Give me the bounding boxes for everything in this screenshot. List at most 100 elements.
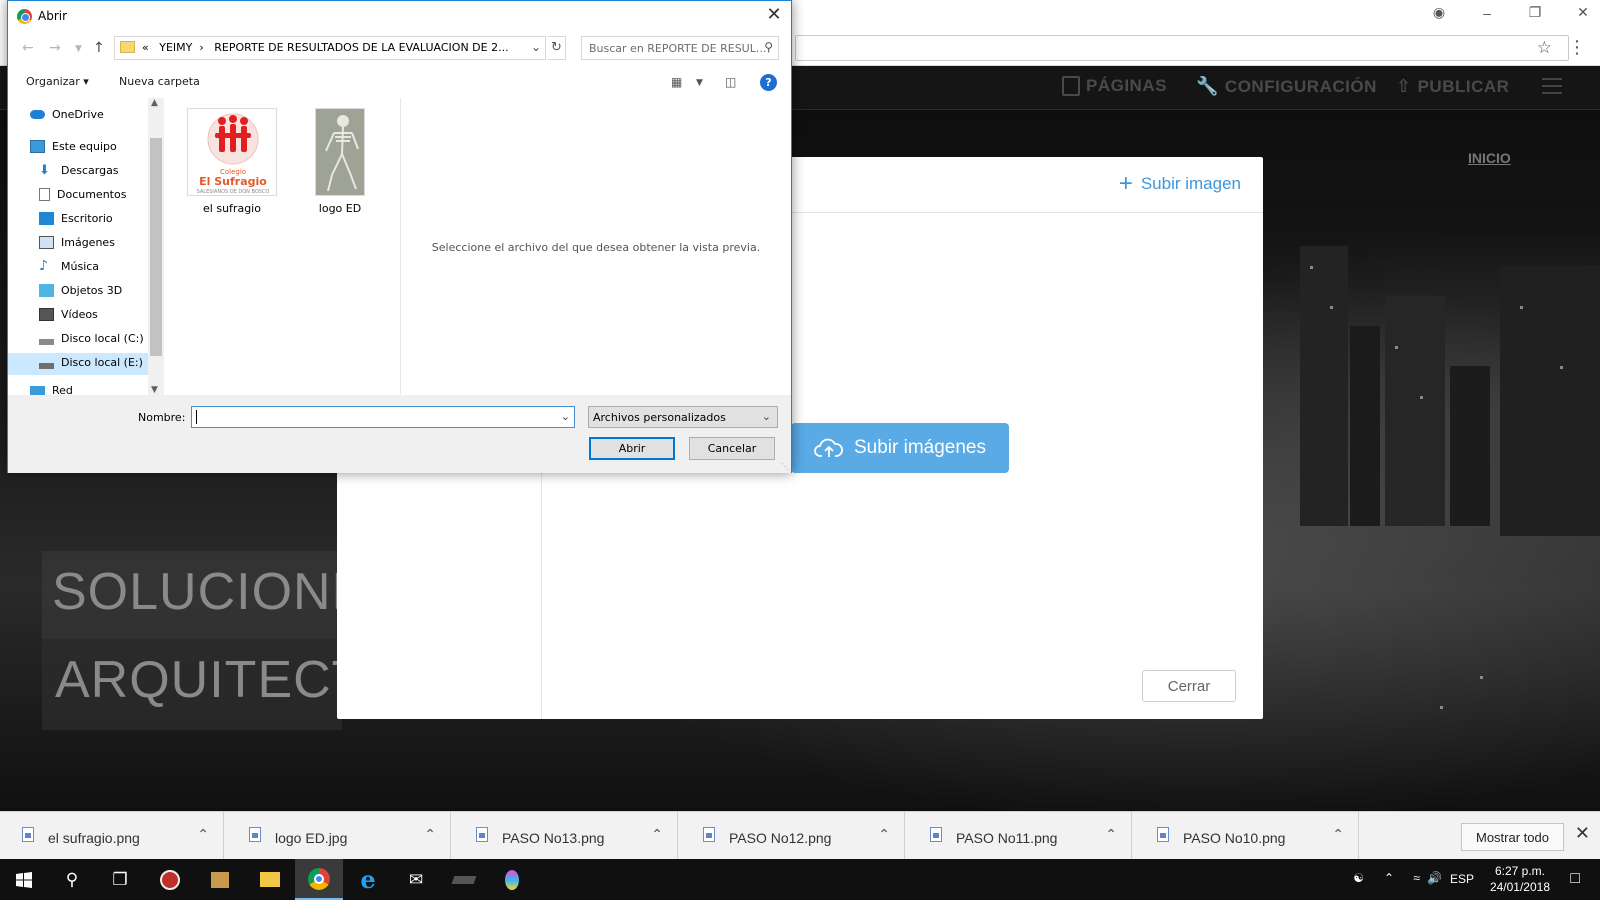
window-close-icon[interactable]: ✕ bbox=[1574, 4, 1592, 21]
back-arrow-icon[interactable]: ← bbox=[22, 40, 34, 56]
upload-images-button[interactable]: Subir imágenes bbox=[791, 423, 1009, 473]
view-dropdown-icon[interactable]: ▼ bbox=[696, 78, 703, 88]
tree-item-onedrive[interactable]: OneDrive bbox=[30, 108, 104, 121]
new-folder-button[interactable]: Nueva carpeta bbox=[119, 75, 200, 88]
up-arrow-icon[interactable]: ↑ bbox=[93, 40, 105, 56]
chevron-up-icon[interactable]: ⌃ bbox=[197, 826, 209, 843]
notifications-icon[interactable]: □ bbox=[1570, 870, 1580, 888]
restore-icon[interactable]: ❐ bbox=[1526, 4, 1544, 21]
file-thumbnail bbox=[315, 108, 365, 196]
tree-label: Disco local (E:) bbox=[61, 356, 143, 369]
scroll-up-icon[interactable]: ▲ bbox=[151, 98, 158, 108]
view-options-icon[interactable]: ▦ bbox=[671, 75, 682, 89]
address-bar[interactable] bbox=[795, 35, 1569, 61]
image-file-icon bbox=[22, 827, 34, 842]
tree-item-this-pc[interactable]: Este equipo bbox=[30, 140, 117, 153]
forward-arrow-icon[interactable]: → bbox=[49, 40, 61, 56]
nav-pages-label: PÁGINAS bbox=[1086, 76, 1167, 95]
nav-pages[interactable]: PÁGINAS bbox=[1062, 76, 1167, 96]
tree-item-downloads[interactable]: ⬇ Descargas bbox=[39, 164, 119, 177]
search-icon[interactable]: ⚲ bbox=[48, 859, 96, 900]
nav-settings[interactable]: 🔧 CONFIGURACIÓN bbox=[1196, 76, 1377, 97]
inicio-link[interactable]: INICIO bbox=[1468, 150, 1511, 166]
tree-label: Este equipo bbox=[52, 140, 117, 153]
tree-item-network[interactable]: Red bbox=[30, 384, 73, 395]
people-icon[interactable]: ☯ bbox=[1353, 871, 1364, 885]
wifi-icon[interactable]: ≈ bbox=[1413, 871, 1420, 885]
download-item[interactable]: logo ED.jpg ⌃ bbox=[227, 812, 451, 860]
organize-menu[interactable]: Organizar ▾ bbox=[26, 75, 89, 88]
download-item[interactable]: PASO No11.png ⌃ bbox=[908, 812, 1132, 860]
windows-start-icon[interactable] bbox=[0, 859, 48, 900]
dialog-close-icon[interactable]: ✕ bbox=[763, 4, 785, 25]
chevron-up-icon[interactable]: ⌃ bbox=[1105, 826, 1117, 843]
bookmark-star-icon[interactable]: ☆ bbox=[1537, 38, 1552, 58]
chevron-down-icon[interactable]: ⌄ bbox=[531, 40, 541, 54]
app-package-icon[interactable] bbox=[196, 859, 244, 900]
refresh-icon[interactable]: ↻ bbox=[548, 36, 566, 60]
tree-item-pictures[interactable]: Imágenes bbox=[39, 236, 115, 249]
file-explorer-icon[interactable] bbox=[246, 859, 294, 900]
preview-pane-icon[interactable]: ◫ bbox=[725, 75, 736, 89]
recent-dropdown-icon[interactable]: ▼ bbox=[75, 44, 82, 54]
browser-menu-icon[interactable]: ⋮ bbox=[1568, 38, 1586, 56]
tree-item-music[interactable]: ♪ Música bbox=[39, 259, 99, 273]
chevron-up-icon[interactable]: ⌃ bbox=[1384, 871, 1394, 885]
download-item[interactable]: PASO No10.png ⌃ bbox=[1135, 812, 1359, 860]
scroll-down-icon[interactable]: ▼ bbox=[151, 385, 158, 395]
close-modal-button[interactable]: Cerrar bbox=[1142, 670, 1236, 702]
chevron-up-icon[interactable]: ⌃ bbox=[878, 826, 890, 843]
scroll-thumb[interactable] bbox=[150, 138, 162, 356]
tree-item-drive-e[interactable]: Disco local (E:) bbox=[39, 356, 143, 369]
task-view-icon[interactable]: ❐ bbox=[96, 859, 144, 900]
cancel-button[interactable]: Cancelar bbox=[689, 437, 775, 460]
path-segment[interactable]: YEIMY bbox=[159, 41, 192, 54]
tree-item-desktop[interactable]: Escritorio bbox=[39, 212, 113, 225]
open-button[interactable]: Abrir bbox=[589, 437, 675, 460]
internet-explorer-icon[interactable]: e bbox=[344, 859, 392, 900]
navigation-pane: OneDrive Este equipo ⬇ Descargas Documen… bbox=[8, 98, 160, 395]
nav-scrollbar[interactable]: ▲ ▼ bbox=[148, 98, 164, 395]
text-caret bbox=[196, 410, 197, 424]
mail-icon[interactable]: ✉ bbox=[392, 859, 440, 900]
app-balloon-icon[interactable] bbox=[488, 859, 536, 900]
file-name-input[interactable]: ⌄ bbox=[191, 406, 575, 428]
tree-item-3d-objects[interactable]: Objetos 3D bbox=[39, 284, 122, 297]
profile-icon[interactable]: ◉ bbox=[1430, 4, 1448, 21]
folder-search-input[interactable]: Buscar en REPORTE DE RESUL... ⚲ bbox=[581, 36, 779, 60]
chevron-down-icon[interactable]: ⌄ bbox=[561, 410, 570, 423]
chevron-up-icon[interactable]: ⌃ bbox=[424, 826, 436, 843]
close-downloads-icon[interactable]: ✕ bbox=[1575, 823, 1590, 844]
tree-item-documents[interactable]: Documentos bbox=[39, 188, 126, 201]
download-item[interactable]: PASO No12.png ⌃ bbox=[681, 812, 905, 860]
tree-item-drive-c[interactable]: Disco local (C:) bbox=[39, 332, 144, 345]
nav-publish[interactable]: ⇧ PUBLICAR bbox=[1396, 76, 1509, 97]
minimize-icon[interactable]: – bbox=[1478, 5, 1496, 21]
hamburger-menu-icon[interactable] bbox=[1542, 78, 1562, 99]
upload-image-link[interactable]: + Subir imagen bbox=[1119, 172, 1241, 196]
tree-label: Documentos bbox=[57, 188, 127, 201]
resize-grip-icon[interactable]: ⋱ bbox=[781, 462, 789, 471]
chevron-up-icon[interactable]: ⌃ bbox=[1332, 826, 1344, 843]
pages-icon bbox=[1062, 76, 1080, 96]
help-icon[interactable]: ? bbox=[760, 74, 777, 91]
folder-path-box[interactable]: « YEIMY › REPORTE DE RESULTADOS DE LA EV… bbox=[114, 36, 546, 60]
show-all-downloads-button[interactable]: Mostrar todo bbox=[1461, 823, 1564, 851]
file-item-el-sufragio[interactable]: Colegio El Sufragio SALESIANOS DE DON BO… bbox=[187, 108, 277, 215]
app-red-circle-icon[interactable] bbox=[146, 859, 194, 900]
path-segment[interactable]: REPORTE DE RESULTADOS DE LA EVALUACION D… bbox=[214, 41, 508, 54]
download-file-name: PASO No11.png bbox=[956, 830, 1058, 846]
language-indicator[interactable]: ESP bbox=[1450, 872, 1474, 886]
chevron-up-icon[interactable]: ⌃ bbox=[651, 826, 663, 843]
app-dark-device-icon[interactable] bbox=[440, 859, 488, 900]
download-item[interactable]: el sufragio.png ⌃ bbox=[0, 812, 224, 860]
file-item-logo-ed[interactable]: logo ED bbox=[295, 108, 385, 215]
tree-item-videos[interactable]: Vídeos bbox=[39, 308, 98, 321]
download-item[interactable]: PASO No13.png ⌃ bbox=[454, 812, 678, 860]
file-type-select[interactable]: Archivos personalizados ⌄ bbox=[588, 406, 778, 428]
chrome-taskbar-icon[interactable] bbox=[295, 859, 343, 900]
volume-icon[interactable]: 🔊 bbox=[1427, 871, 1442, 885]
wrench-icon: 🔧 bbox=[1196, 76, 1219, 96]
path-overflow[interactable]: « bbox=[142, 41, 149, 54]
taskbar-clock[interactable]: 6:27 p.m. 24/01/2018 bbox=[1490, 863, 1550, 895]
